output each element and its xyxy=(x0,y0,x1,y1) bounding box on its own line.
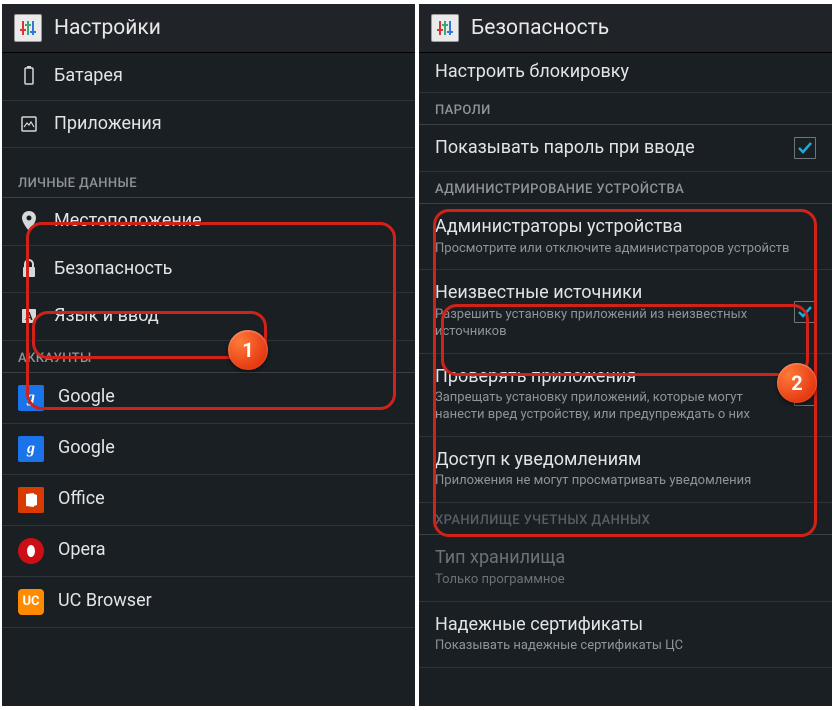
security-screen: Безопасность Настроить блокировку ПАРОЛИ… xyxy=(419,4,832,706)
row-account-opera[interactable]: Opera xyxy=(2,526,415,577)
row-sub: Просмотрите или отключите администраторо… xyxy=(435,241,816,258)
section-header-credentials: ХРАНИЛИЩЕ УЧЕТНЫХ ДАННЫХ xyxy=(419,503,832,535)
lock-icon xyxy=(18,258,40,280)
settings-list[interactable]: Батарея Приложения ЛИЧНЫЕ ДАННЫЕ Местопо… xyxy=(2,53,415,706)
security-list[interactable]: Настроить блокировку ПАРОЛИ Показывать п… xyxy=(419,53,832,706)
row-label: Язык и ввод xyxy=(54,305,399,328)
settings-sliders-icon xyxy=(14,14,42,42)
row-label: Безопасность xyxy=(54,258,399,281)
section-header-personal: ЛИЧНЫЕ ДАННЫЕ xyxy=(2,166,415,198)
row-show-password[interactable]: Показывать пароль при вводе xyxy=(419,125,832,173)
header: Безопасность xyxy=(419,4,832,53)
row-account-uc[interactable]: UC UC Browser xyxy=(2,577,415,628)
section-header-accounts: АККАУНТЫ xyxy=(2,341,415,373)
apps-icon xyxy=(18,113,40,135)
row-label: Администраторы устройства xyxy=(435,216,816,239)
settings-sliders-icon xyxy=(431,14,459,42)
row-label: Office xyxy=(58,488,399,511)
checkbox[interactable] xyxy=(794,384,816,406)
row-account-google-2[interactable]: g Google xyxy=(2,424,415,475)
row-sub: Запрещать установку приложений, которые … xyxy=(435,390,780,424)
row-location[interactable]: Местоположение xyxy=(2,198,415,246)
row-battery[interactable]: Батарея xyxy=(2,53,415,101)
checkbox[interactable] xyxy=(794,137,816,159)
row-label: Доступ к уведомлениям xyxy=(435,449,816,472)
row-label: Тип хранилища xyxy=(435,547,816,570)
row-security[interactable]: Безопасность xyxy=(2,246,415,294)
section-header-passwords: ПАРОЛИ xyxy=(419,93,832,125)
section-header-admin: АДМИНИСТРИРОВАНИЕ УСТРОЙСТВА xyxy=(419,172,832,204)
settings-screen: Настройки Батарея Приложения ЛИЧНЫЕ ДАНН… xyxy=(2,4,415,706)
row-label: Google xyxy=(58,437,399,460)
row-sub: Разрешить установку приложений из неизве… xyxy=(435,307,780,341)
header-title: Настройки xyxy=(54,16,161,40)
row-language[interactable]: A Язык и ввод xyxy=(2,293,415,341)
row-configure-lock[interactable]: Настроить блокировку xyxy=(419,53,832,93)
language-icon: A xyxy=(18,305,40,327)
row-notification-access[interactable]: Доступ к уведомлениям Приложения не могу… xyxy=(419,437,832,503)
row-label: Приложения xyxy=(54,113,399,136)
row-sub: Приложения не могут просматривать уведом… xyxy=(435,473,816,490)
svg-text:A: A xyxy=(25,310,33,323)
row-sub: Только программное xyxy=(435,572,816,589)
office-icon xyxy=(18,487,44,513)
row-account-office[interactable]: Office xyxy=(2,475,415,526)
row-device-admins[interactable]: Администраторы устройства Просмотрите ил… xyxy=(419,204,832,270)
row-apps[interactable]: Приложения xyxy=(2,101,415,149)
opera-icon xyxy=(18,538,44,564)
row-trusted-certs[interactable]: Надежные сертификаты Показывать надежные… xyxy=(419,602,832,668)
battery-icon xyxy=(18,65,40,87)
row-label: Батарея xyxy=(54,65,399,88)
row-storage-type: Тип хранилища Только программное xyxy=(419,535,832,601)
header: Настройки xyxy=(2,4,415,53)
row-label: Настроить блокировку xyxy=(435,61,816,84)
row-verify-apps[interactable]: Проверять приложения Запрещать установку… xyxy=(419,354,832,437)
row-unknown-sources[interactable]: Неизвестные источники Разрешить установк… xyxy=(419,270,832,353)
google-icon: g xyxy=(18,436,44,462)
row-label: Неизвестные источники xyxy=(435,282,780,305)
checkbox[interactable] xyxy=(794,301,816,323)
row-label: Проверять приложения xyxy=(435,366,780,389)
row-account-google-1[interactable]: g Google xyxy=(2,373,415,424)
row-label: Google xyxy=(58,386,399,409)
row-label: Opera xyxy=(58,539,399,562)
row-label: Надежные сертификаты xyxy=(435,614,816,637)
row-label: Показывать пароль при вводе xyxy=(435,137,780,160)
google-icon: g xyxy=(18,385,44,411)
row-label: Местоположение xyxy=(54,210,399,233)
row-label: UC Browser xyxy=(58,590,399,613)
header-title: Безопасность xyxy=(471,16,609,40)
uc-browser-icon: UC xyxy=(18,589,44,615)
location-icon xyxy=(18,210,40,232)
row-sub: Показывать надежные сертификаты ЦС xyxy=(435,638,816,655)
